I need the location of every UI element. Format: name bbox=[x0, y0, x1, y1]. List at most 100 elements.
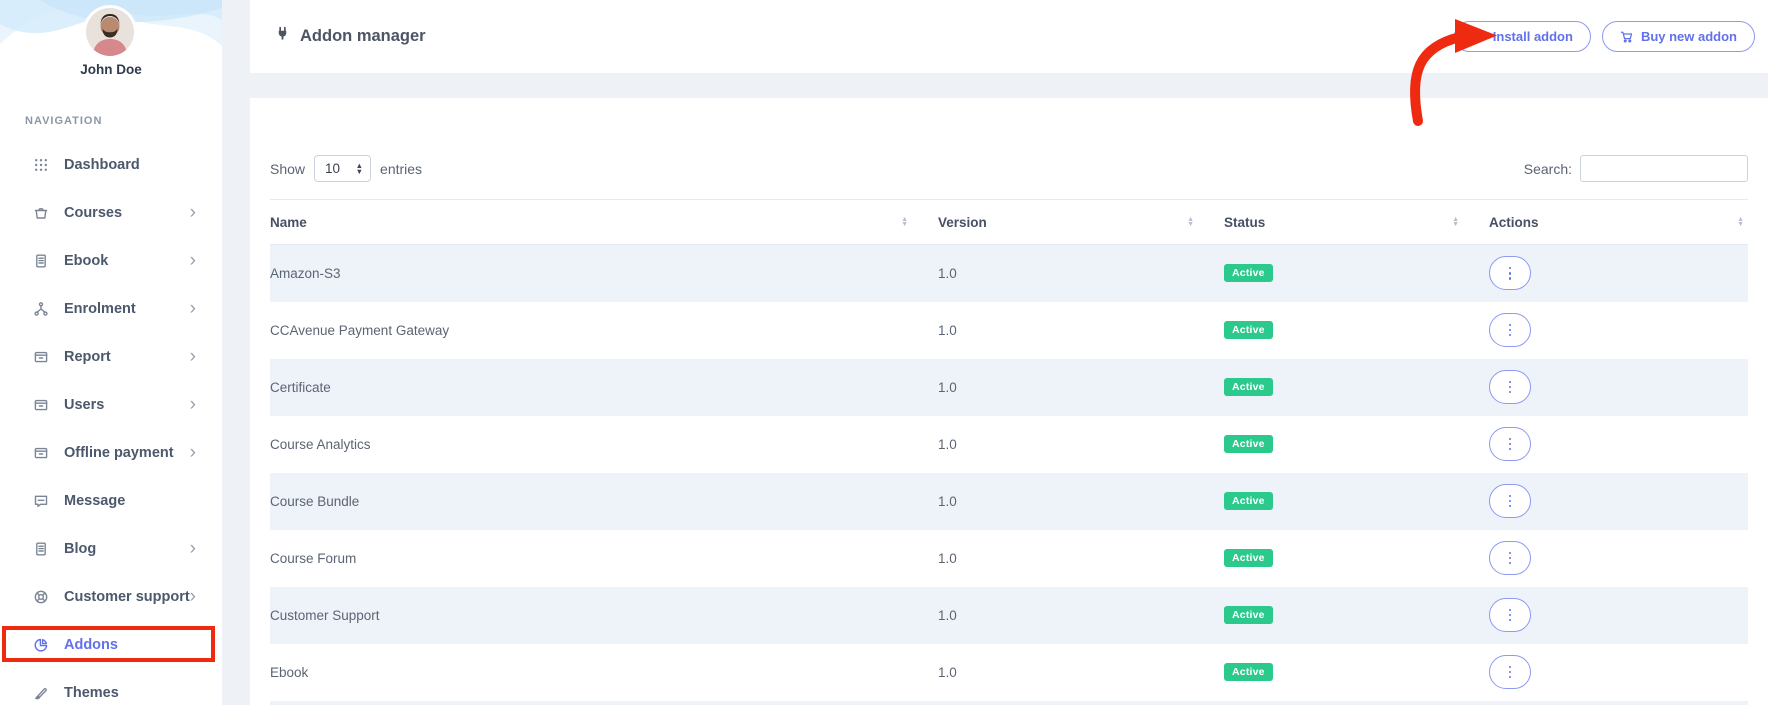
status-badge: Active bbox=[1224, 492, 1273, 510]
sidebar-item-message[interactable]: Message bbox=[0, 477, 222, 525]
sidebar-item-addons[interactable]: Addons bbox=[0, 621, 222, 669]
table-row: Ebook 1.0 Active bbox=[270, 644, 1748, 701]
sidebar-item-ebook[interactable]: Ebook › bbox=[0, 237, 222, 285]
chevron-right-icon: › bbox=[190, 590, 196, 604]
sidebar-item-label: Enrolment bbox=[64, 301, 190, 317]
cell-name: Amazon-S3 bbox=[270, 245, 938, 302]
cell-status: Active bbox=[1224, 530, 1489, 587]
sort-icon: ▲▼ bbox=[901, 217, 908, 227]
table-row: Course Forum 1.0 Active bbox=[270, 530, 1748, 587]
column-header-version[interactable]: Version▲▼ bbox=[938, 200, 1224, 245]
table-row: CCAvenue Payment Gateway 1.0 Active bbox=[270, 302, 1748, 359]
courses-icon bbox=[32, 204, 50, 222]
sidebar-item-label: Customer support bbox=[64, 589, 190, 605]
column-header-status[interactable]: Status▲▼ bbox=[1224, 200, 1489, 245]
cell-status: Active bbox=[1224, 302, 1489, 359]
nav-section-label: NAVIGATION bbox=[25, 115, 102, 127]
cell-status: Active bbox=[1224, 587, 1489, 644]
ebook-icon bbox=[32, 252, 50, 270]
cell-version: 1.0 bbox=[938, 587, 1224, 644]
row-actions-menu-button[interactable] bbox=[1489, 541, 1531, 575]
page-length-select[interactable]: 10 ▲▼ bbox=[314, 155, 371, 182]
addon-table-card: Show 10 ▲▼ entries Search: Name▲▼Version… bbox=[250, 98, 1768, 705]
sidebar-item-offline-payment[interactable]: Offline payment › bbox=[0, 429, 222, 477]
row-actions-menu-button[interactable] bbox=[1489, 370, 1531, 404]
cell-actions bbox=[1489, 416, 1748, 473]
offline-payment-icon bbox=[32, 444, 50, 462]
cell-version: 1.0 bbox=[938, 302, 1224, 359]
status-badge: Active bbox=[1224, 321, 1273, 339]
sidebar-item-label: Message bbox=[64, 493, 196, 509]
chevron-right-icon: › bbox=[190, 206, 196, 220]
show-label: Show bbox=[270, 161, 305, 177]
sidebar-item-blog[interactable]: Blog › bbox=[0, 525, 222, 573]
row-actions-menu-button[interactable] bbox=[1489, 427, 1531, 461]
chevron-right-icon: › bbox=[190, 542, 196, 556]
cell-actions bbox=[1489, 473, 1748, 530]
table-row: Customer Support 1.0 Active bbox=[270, 587, 1748, 644]
sort-icon: ▲▼ bbox=[1737, 217, 1744, 227]
chevron-right-icon: › bbox=[190, 398, 196, 412]
row-actions-menu-button[interactable] bbox=[1489, 598, 1531, 632]
sidebar-item-label: Users bbox=[64, 397, 190, 413]
table-controls: Show 10 ▲▼ entries Search: bbox=[270, 155, 1748, 182]
sidebar-item-users[interactable]: Users › bbox=[0, 381, 222, 429]
cell-actions bbox=[1489, 587, 1748, 644]
sort-icon: ▲▼ bbox=[1187, 217, 1194, 227]
row-actions-menu-button[interactable] bbox=[1489, 313, 1531, 347]
avatar[interactable] bbox=[86, 8, 134, 56]
themes-icon bbox=[32, 684, 50, 702]
cell-name: Course Forum bbox=[270, 530, 938, 587]
cart-icon bbox=[1620, 30, 1634, 44]
sidebar-item-label: Report bbox=[64, 349, 190, 365]
main-content: Addon manager Install addon Buy new addon… bbox=[222, 0, 1768, 705]
sidebar-item-report[interactable]: Report › bbox=[0, 333, 222, 381]
row-actions-menu-button[interactable] bbox=[1489, 484, 1531, 518]
search-label: Search: bbox=[1524, 161, 1572, 177]
customer-support-icon bbox=[32, 588, 50, 606]
topbar-actions: Install addon Buy new addon bbox=[1454, 21, 1755, 52]
cell-actions bbox=[1489, 359, 1748, 416]
sidebar-item-dashboard[interactable]: Dashboard bbox=[0, 141, 222, 189]
page-title: Addon manager bbox=[300, 27, 426, 46]
cell-status: Active bbox=[1224, 359, 1489, 416]
cell-status: Active bbox=[1224, 644, 1489, 701]
users-icon bbox=[32, 396, 50, 414]
report-icon bbox=[32, 348, 50, 366]
cell-actions bbox=[1489, 644, 1748, 701]
buy-new-addon-button[interactable]: Buy new addon bbox=[1602, 21, 1755, 52]
table-row: Amazon-S3 1.0 Active bbox=[270, 245, 1748, 302]
cell-actions bbox=[1489, 530, 1748, 587]
column-header-name[interactable]: Name▲▼ bbox=[270, 200, 938, 245]
sidebar-item-label: Ebook bbox=[64, 253, 190, 269]
sidebar-item-customer-support[interactable]: Customer support › bbox=[0, 573, 222, 621]
chevron-right-icon: › bbox=[190, 446, 196, 460]
table-row: Course Analytics 1.0 Active bbox=[270, 416, 1748, 473]
sidebar-item-courses[interactable]: Courses › bbox=[0, 189, 222, 237]
chevron-right-icon: › bbox=[190, 302, 196, 316]
cell-status: Active bbox=[1224, 416, 1489, 473]
plug-icon bbox=[275, 26, 290, 47]
row-actions-menu-button[interactable] bbox=[1489, 655, 1531, 689]
search-input[interactable] bbox=[1580, 155, 1748, 182]
table-row-partial bbox=[270, 701, 1748, 705]
cell-name: Customer Support bbox=[270, 587, 938, 644]
table-header-row: Name▲▼Version▲▼Status▲▼Actions▲▼ bbox=[270, 200, 1748, 245]
download-icon bbox=[1472, 30, 1486, 44]
status-badge: Active bbox=[1224, 264, 1273, 282]
cell-status: Active bbox=[1224, 473, 1489, 530]
sidebar-item-enrolment[interactable]: Enrolment › bbox=[0, 285, 222, 333]
cell-version: 1.0 bbox=[938, 473, 1224, 530]
user-name: John Doe bbox=[0, 62, 222, 77]
status-badge: Active bbox=[1224, 435, 1273, 453]
column-header-actions[interactable]: Actions▲▼ bbox=[1489, 200, 1748, 245]
install-addon-button[interactable]: Install addon bbox=[1454, 21, 1591, 52]
sidebar-item-themes[interactable]: Themes bbox=[0, 669, 222, 705]
row-actions-menu-button[interactable] bbox=[1489, 256, 1531, 290]
sidebar: John Doe NAVIGATION Dashboard Courses › … bbox=[0, 0, 222, 705]
entries-label: entries bbox=[380, 161, 422, 177]
sort-icon: ▲▼ bbox=[1452, 217, 1459, 227]
search-control: Search: bbox=[1524, 155, 1748, 182]
table-row: Course Bundle 1.0 Active bbox=[270, 473, 1748, 530]
status-badge: Active bbox=[1224, 549, 1273, 567]
